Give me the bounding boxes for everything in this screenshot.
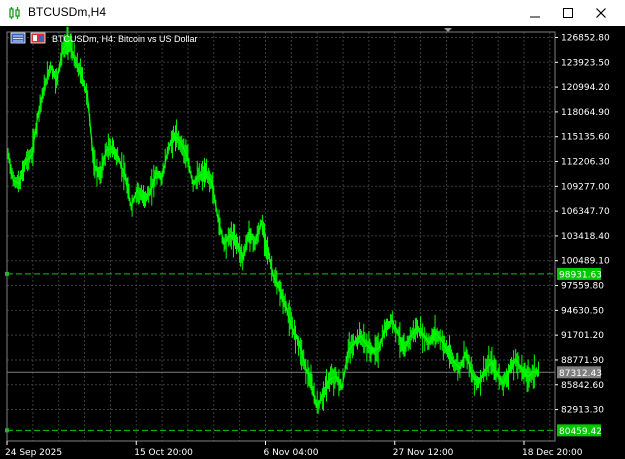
x-axis-label: 18 Dec 20:00 xyxy=(522,448,583,458)
y-axis-label: 88771.90 xyxy=(561,356,604,366)
y-axis-label: 106347.70 xyxy=(561,207,610,217)
y-axis-label: 103418.40 xyxy=(561,232,610,242)
y-axis-label: 126852.80 xyxy=(561,33,610,43)
price-chart[interactable]: 126852.80 123923.50 120994.20 118064.90 1151… xyxy=(0,26,625,459)
price-tag-label: 87312.43 xyxy=(559,369,602,379)
x-axis-label: 6 Nov 04:00 xyxy=(263,448,318,458)
chart-shift-marker[interactable] xyxy=(444,28,452,32)
plot-frame xyxy=(6,31,556,442)
y-axis-label: 100489.10 xyxy=(561,257,610,267)
y-axis-label: 123923.50 xyxy=(561,58,610,68)
y-axis-label: 109277.00 xyxy=(561,182,610,192)
candlestick-app-icon xyxy=(9,7,20,19)
close-icon xyxy=(596,8,606,18)
close-button[interactable] xyxy=(586,2,616,24)
chart-toolbar-icons[interactable] xyxy=(10,32,46,44)
terminal-chart-window: BTCUSDm,H4 126852.80 123923.50 120994.20 11… xyxy=(0,0,625,459)
price-series xyxy=(6,26,539,414)
chart-axes: 126852.80 123923.50 120994.20 118064.90 1151… xyxy=(5,31,610,458)
x-axis-label: 27 Nov 12:00 xyxy=(393,448,454,458)
x-axis-label: 15 Oct 20:00 xyxy=(134,448,193,458)
trade-panel-icon[interactable] xyxy=(10,32,26,44)
y-axis-label: 118064.90 xyxy=(561,108,610,118)
y-axis-label: 120994.20 xyxy=(561,83,610,93)
y-axis-label: 94630.50 xyxy=(561,306,604,316)
one-click-trading-icon[interactable] xyxy=(30,32,46,44)
chart-grid xyxy=(7,32,555,441)
y-axis-label: 115135.60 xyxy=(561,133,610,143)
minimize-icon xyxy=(530,16,540,18)
y-axis-label: 112206.30 xyxy=(561,158,610,168)
x-axis-label: 24 Sep 2025 xyxy=(5,448,62,458)
price-tag-label: 98931.63 xyxy=(559,270,602,280)
window-title: BTCUSDm,H4 xyxy=(28,5,107,19)
y-axis-label: 97559.80 xyxy=(561,282,604,292)
price-close-line xyxy=(6,39,539,409)
y-axis-label: 91701.20 xyxy=(561,331,604,341)
maximize-icon xyxy=(563,8,573,18)
price-chart-canvas[interactable]: 126852.80 123923.50 120994.20 118064.90 1151… xyxy=(0,26,625,459)
price-tag-label: 80459.42 xyxy=(559,427,602,437)
symbol-description: BTCUSDm, H4: Bitcoin vs US Dollar xyxy=(52,34,198,44)
window-titlebar[interactable]: BTCUSDm,H4 xyxy=(0,0,625,26)
y-axis-label: 82913.30 xyxy=(561,406,604,416)
y-axis-label: 85842.60 xyxy=(561,381,604,391)
maximize-button[interactable] xyxy=(553,2,583,24)
minimize-button[interactable] xyxy=(520,2,550,24)
